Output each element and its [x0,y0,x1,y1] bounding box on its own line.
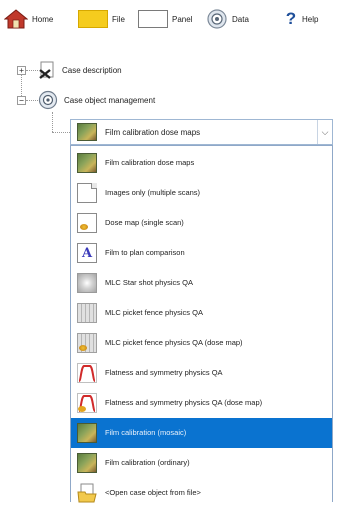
dropdown-option-label: Flatness and symmetry physics QA [105,368,223,377]
expander-glyph: + [19,66,24,75]
dropdown-option-label: <Open case object from file> [105,488,201,497]
case-object-type-dropdown-list: Film calibration dose maps Images only (… [70,145,333,503]
dropdown-option-label: Film calibration dose maps [105,158,195,167]
combobox-selected-value: Film calibration dose maps [105,128,201,137]
expander-glyph: − [19,96,24,105]
dropdown-option[interactable]: MLC picket fence physics QA [71,298,332,328]
home-button[interactable]: Home [3,9,54,29]
dropdown-option[interactable]: Film calibration (ordinary) [71,448,332,478]
film-icon [77,123,97,141]
dropdown-option-label: MLC Star shot physics QA [105,278,193,287]
film-icon [77,423,97,443]
dropdown-option[interactable]: MLC Star shot physics QA [71,268,332,298]
dropdown-option[interactable]: Dose map (single scan) [71,208,332,238]
home-icon [3,9,29,29]
dropdown-option[interactable]: Film calibration dose maps [71,148,332,178]
dropdown-option-label: Images only (multiple scans) [105,188,201,197]
panel-button[interactable]: Panel [138,9,192,29]
dropdown-option-label: Film calibration (ordinary) [105,458,190,467]
tree-node-case-description[interactable]: Case description [38,59,122,81]
dropdown-option[interactable]: A Film to plan comparison [71,238,332,268]
case-description-icon [38,61,56,79]
tree-line [26,100,38,101]
tree-expander-case-object-management[interactable]: − [17,96,26,105]
tree-node-label: Case description [62,65,122,75]
file-icon [78,10,108,28]
dropdown-option[interactable]: Flatness and symmetry physics QA (dose m… [71,388,332,418]
help-label: Help [302,14,319,24]
home-label: Home [32,14,54,24]
flatness-icon [77,363,97,383]
dose-map-icon [77,213,97,233]
tree-line [52,132,70,133]
dropdown-option-label: Flatness and symmetry physics QA (dose m… [105,398,263,407]
tree-expander-case-description[interactable]: + [17,66,26,75]
panel-icon [138,10,168,28]
flatness-dose-icon [77,393,97,413]
tree-node-case-object-management[interactable]: Case object management [38,89,155,111]
dropdown-option-label: MLC picket fence physics QA (dose map) [105,338,243,347]
data-label: Data [232,14,249,24]
document-icon [77,183,97,203]
data-button[interactable]: Data [206,9,249,29]
picket-fence-dose-icon [77,333,97,353]
dropdown-option-selected[interactable]: Film calibration (mosaic) [71,418,332,448]
dropdown-option[interactable]: Images only (multiple scans) [71,178,332,208]
dropdown-option-label: Film calibration (mosaic) [105,428,187,437]
data-icon [206,8,228,30]
toolbar: Home File Panel Data ? Help [0,0,339,38]
dropdown-option-label: Dose map (single scan) [105,218,184,227]
help-icon: ? [285,9,297,28]
file-button[interactable]: File [78,9,125,29]
film-icon [77,453,97,473]
dropdown-option-label: MLC picket fence physics QA [105,308,203,317]
film-icon [77,153,97,173]
case-object-type-combobox[interactable]: Film calibration dose maps ⌵ [70,119,333,145]
comparison-icon: A [77,243,97,263]
help-button[interactable]: ? Help [284,9,319,29]
dropdown-option[interactable]: <Open case object from file> [71,478,332,508]
tree-line [26,70,38,71]
tree-node-label: Case object management [64,95,156,105]
dropdown-option[interactable]: MLC picket fence physics QA (dose map) [71,328,332,358]
open-folder-icon [77,483,97,503]
file-label: File [112,14,125,24]
dropdown-option[interactable]: Flatness and symmetry physics QA [71,358,332,388]
dropdown-option-label: Film to plan comparison [105,248,185,257]
chevron-down-icon[interactable]: ⌵ [317,120,332,144]
panel-label: Panel [172,14,193,24]
picket-fence-icon [77,303,97,323]
star-shot-icon [77,273,97,293]
tree-line [52,112,53,132]
case-object-icon [38,90,58,110]
